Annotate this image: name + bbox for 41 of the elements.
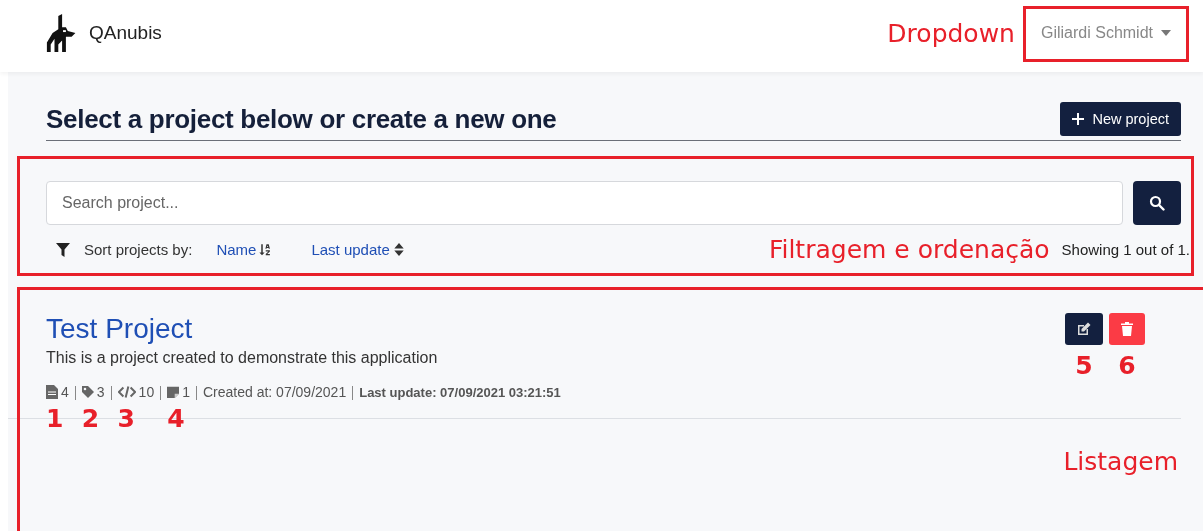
sort-alpha-icon bbox=[259, 242, 272, 257]
tag-icon bbox=[81, 385, 94, 399]
sort-icon bbox=[392, 242, 405, 257]
annotation-number: 3 bbox=[117, 406, 135, 431]
filter-icon bbox=[56, 242, 70, 257]
annotation-label: Listagem bbox=[1063, 447, 1178, 476]
project-title[interactable]: Test Project bbox=[46, 313, 193, 345]
code-icon bbox=[117, 385, 136, 399]
annotation-number: 5 bbox=[1075, 353, 1093, 378]
search-icon bbox=[1149, 195, 1165, 211]
stat-count: 10 bbox=[117, 384, 155, 400]
delete-button[interactable] bbox=[1109, 313, 1145, 345]
page-heading: Select a project below or create a new one bbox=[46, 103, 557, 135]
stat-count: 3 bbox=[81, 384, 105, 400]
brand-name: QAnubis bbox=[89, 22, 162, 44]
annotation-number: 1 bbox=[46, 406, 64, 431]
search-button[interactable] bbox=[1133, 181, 1181, 225]
result-count: Showing 1 out of 1. bbox=[1061, 241, 1190, 258]
stat-count: 1 bbox=[167, 384, 190, 400]
note-icon bbox=[167, 385, 180, 399]
sort-link[interactable]: Last update bbox=[311, 241, 405, 258]
trash-icon bbox=[1121, 322, 1133, 336]
caret-icon bbox=[1161, 30, 1171, 36]
annotation-number: 6 bbox=[1118, 353, 1136, 378]
sort-link[interactable]: Name bbox=[216, 241, 272, 258]
plus-icon bbox=[1072, 113, 1085, 125]
annotation-number: 2 bbox=[81, 406, 100, 431]
stat-count: 4 bbox=[46, 384, 69, 400]
annotation-label: Filtragem e ordenação bbox=[768, 235, 1050, 264]
new-project-button[interactable]: New project bbox=[1060, 102, 1181, 136]
edit-icon bbox=[1077, 322, 1091, 336]
document-icon bbox=[46, 385, 58, 399]
created-date: Created at: 07/09/2021 bbox=[202, 384, 347, 400]
edit-button[interactable] bbox=[1065, 313, 1103, 345]
search-field[interactable]: Search project... bbox=[46, 181, 1123, 225]
annotation-number: 4 bbox=[167, 406, 185, 431]
last-update: Last update: 07/09/2021 03:21:51 bbox=[359, 384, 561, 401]
project-description: This is a project created to demonstrate this application bbox=[46, 349, 438, 367]
user-dropdown[interactable]: Giliardi Schmidt bbox=[1038, 20, 1173, 46]
annotation-label: Dropdown bbox=[887, 18, 1015, 48]
sort-label: Sort projects by: bbox=[84, 241, 193, 258]
